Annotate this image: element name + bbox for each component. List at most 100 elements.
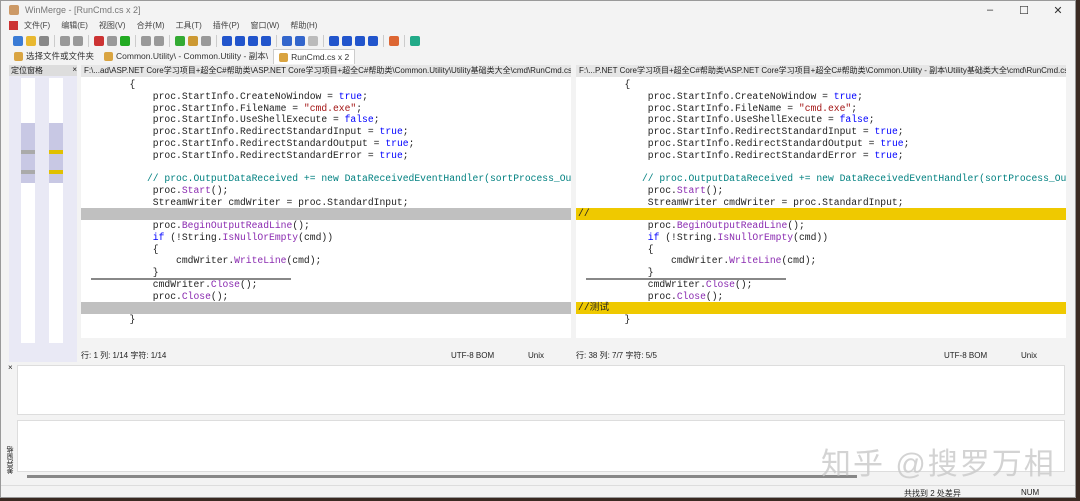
diff-hscrollbar[interactable] xyxy=(27,475,857,478)
tab[interactable]: Common.Utility\ - Common.Utility - 副本\ xyxy=(99,48,273,64)
code-line[interactable]: proc.BeginOutputReadLine(); xyxy=(576,220,1066,232)
code-line[interactable]: proc.StartInfo.RedirectStandardError = t… xyxy=(576,150,1066,162)
code-line[interactable]: proc.Close(); xyxy=(81,291,571,303)
code-line[interactable]: StreamWriter cmdWriter = proc.StandardIn… xyxy=(576,197,1066,209)
code-line[interactable]: } xyxy=(576,267,1066,279)
toolbar-button-icon[interactable] xyxy=(13,35,23,46)
toolbar-button-icon[interactable] xyxy=(175,35,185,46)
code-line[interactable]: } xyxy=(81,314,571,326)
toolbar-button-icon[interactable] xyxy=(295,35,305,46)
code-line[interactable]: proc.StartInfo.RedirectStandardInput = t… xyxy=(576,126,1066,138)
left-hscrollbar[interactable] xyxy=(91,278,291,280)
code-line[interactable]: cmdWriter.Close(); xyxy=(81,279,571,291)
code-line[interactable]: } xyxy=(576,314,1066,326)
toolbar-button-icon[interactable] xyxy=(94,35,104,46)
right-status: 行: 38 列: 7/7 字符: 5/5 UTF-8 BOM Unix xyxy=(576,349,1066,362)
left-file-pane[interactable]: F:\...ad\ASP.NET Core学习项目+超全C#帮助类\ASP.NE… xyxy=(81,65,571,338)
location-pane[interactable]: 定位窗格 × xyxy=(9,65,77,362)
code-token: ; xyxy=(903,137,910,149)
code-line[interactable]: { xyxy=(576,79,1066,91)
code-token: Close xyxy=(705,278,735,290)
location-bar-left[interactable] xyxy=(21,78,35,343)
toolbar-button-icon[interactable] xyxy=(248,35,258,46)
right-hscrollbar[interactable] xyxy=(586,278,786,280)
code-line[interactable]: { xyxy=(576,244,1066,256)
diff-pane-left-line[interactable] xyxy=(17,365,1065,415)
code-line[interactable]: proc.StartInfo.FileName = "cmd.exe"; xyxy=(576,103,1066,115)
toolbar-button-icon[interactable] xyxy=(73,35,83,46)
toolbar-button-icon[interactable] xyxy=(141,35,151,46)
toolbar-button-icon[interactable] xyxy=(107,35,117,46)
maximize-button[interactable]: ☐ xyxy=(1007,4,1041,17)
toolbar-button-icon[interactable] xyxy=(201,35,211,46)
toolbar-button-icon[interactable] xyxy=(410,35,420,46)
location-bar-right[interactable] xyxy=(49,78,63,343)
code-line[interactable]: { xyxy=(81,79,571,91)
toolbar-button-icon[interactable] xyxy=(188,35,198,46)
code-line[interactable]: proc.StartInfo.CreateNoWindow = true; xyxy=(576,91,1066,103)
left-code[interactable]: { proc.StartInfo.CreateNoWindow = true; … xyxy=(81,77,571,326)
code-line[interactable]: proc.StartInfo.RedirectStandardInput = t… xyxy=(81,126,571,138)
diff-line[interactable] xyxy=(81,302,571,314)
code-line[interactable]: proc.StartInfo.FileName = "cmd.exe"; xyxy=(81,103,571,115)
code-line[interactable]: proc.StartInfo.RedirectStandardError = t… xyxy=(81,150,571,162)
diff-line[interactable] xyxy=(81,208,571,220)
menu-item[interactable]: 工具(T) xyxy=(176,20,202,31)
toolbar-button-icon[interactable] xyxy=(308,35,318,46)
right-code[interactable]: { proc.StartInfo.CreateNoWindow = true; … xyxy=(576,77,1066,326)
code-line[interactable] xyxy=(81,161,571,173)
menu-item[interactable]: 插件(P) xyxy=(213,20,240,31)
code-token: (!String. xyxy=(164,231,223,243)
code-line[interactable]: // proc.OutputDataReceived += new DataRe… xyxy=(576,173,1066,185)
code-line[interactable]: } xyxy=(81,267,571,279)
close-button[interactable]: ✕ xyxy=(1041,4,1075,17)
code-line[interactable] xyxy=(576,161,1066,173)
code-line[interactable]: cmdWriter.WriteLine(cmd); xyxy=(576,255,1066,267)
toolbar-button-icon[interactable] xyxy=(235,35,245,46)
toolbar-button-icon[interactable] xyxy=(282,35,292,46)
toolbar-button-icon[interactable] xyxy=(222,35,232,46)
code-line[interactable]: if (!String.IsNullOrEmpty(cmd)) xyxy=(576,232,1066,244)
code-line[interactable]: cmdWriter.Close(); xyxy=(576,279,1066,291)
code-line[interactable]: proc.Start(); xyxy=(576,185,1066,197)
toolbar-button-icon[interactable] xyxy=(39,35,49,46)
code-line[interactable]: // proc.OutputDataReceived += new DataRe… xyxy=(81,173,571,185)
menu-item[interactable]: 帮助(H) xyxy=(290,20,317,31)
tab[interactable]: 选择文件或文件夹 xyxy=(9,48,99,64)
code-line[interactable]: proc.BeginOutputReadLine(); xyxy=(81,220,571,232)
toolbar-button-icon[interactable] xyxy=(154,35,164,46)
toolbar-button-icon[interactable] xyxy=(355,35,365,46)
diff-line[interactable]: // xyxy=(576,208,1066,220)
code-line[interactable]: proc.StartInfo.UseShellExecute = false; xyxy=(81,114,571,126)
code-line[interactable]: StreamWriter cmdWriter = proc.StandardIn… xyxy=(81,197,571,209)
toolbar-button-icon[interactable] xyxy=(120,35,130,46)
toolbar-button-icon[interactable] xyxy=(26,35,36,46)
code-line[interactable]: if (!String.IsNullOrEmpty(cmd)) xyxy=(81,232,571,244)
menu-item[interactable]: 编辑(E) xyxy=(61,20,88,31)
menu-item[interactable]: 窗口(W) xyxy=(250,20,279,31)
right-file-pane[interactable]: F:\...P.NET Core学习项目+超全C#帮助类\ASP.NET Cor… xyxy=(576,65,1066,338)
minimize-button[interactable]: – xyxy=(973,4,1007,17)
toolbar-button-icon[interactable] xyxy=(368,35,378,46)
code-token: cmdWriter. xyxy=(83,255,235,267)
code-line[interactable]: cmdWriter.WriteLine(cmd); xyxy=(81,255,571,267)
diff-line[interactable]: //测试 xyxy=(576,302,1066,314)
diff-pane-close[interactable]: × xyxy=(8,363,13,372)
code-line[interactable]: proc.StartInfo.RedirectStandardOutput = … xyxy=(576,138,1066,150)
code-line[interactable]: { xyxy=(81,244,571,256)
code-line[interactable]: proc.StartInfo.UseShellExecute = false; xyxy=(576,114,1066,126)
menu-item[interactable]: 合并(M) xyxy=(137,20,165,31)
code-line[interactable]: proc.StartInfo.RedirectStandardOutput = … xyxy=(81,138,571,150)
toolbar-button-icon[interactable] xyxy=(389,35,399,46)
code-line[interactable]: proc.Close(); xyxy=(576,291,1066,303)
menu-item[interactable]: 文件(F) xyxy=(24,20,50,31)
code-line[interactable]: proc.StartInfo.CreateNoWindow = true; xyxy=(81,91,571,103)
toolbar-button-icon[interactable] xyxy=(60,35,70,46)
tab[interactable]: RunCmd.cs x 2 xyxy=(273,49,356,64)
toolbar-button-icon[interactable] xyxy=(261,35,271,46)
code-line[interactable]: proc.Start(); xyxy=(81,185,571,197)
location-pane-close[interactable]: × xyxy=(72,65,77,76)
toolbar-button-icon[interactable] xyxy=(342,35,352,46)
menu-item[interactable]: 视图(V) xyxy=(99,20,126,31)
toolbar-button-icon[interactable] xyxy=(329,35,339,46)
